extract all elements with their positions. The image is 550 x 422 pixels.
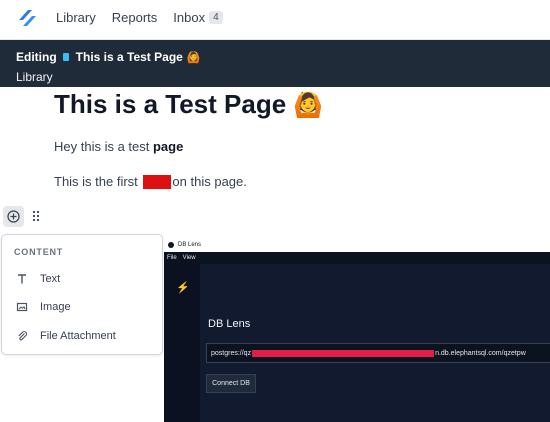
app-dot-icon: [168, 242, 174, 248]
paragraph-1-bold: page: [152, 139, 184, 154]
screenshot-menubar: File View: [164, 252, 550, 264]
screenshot-url-prefix: postgres://qz: [211, 349, 252, 357]
menu-item-label: Image: [40, 301, 71, 313]
paragraph-1-text: Hey this is a test: [54, 139, 153, 154]
menu-item-label: Text: [40, 273, 61, 285]
editing-emoji: 🙆: [186, 51, 201, 64]
redaction-mark: [143, 175, 172, 189]
paragraph-2-suffix: on this page.: [172, 174, 247, 189]
screenshot-url-suffix: n.db.elephantsql.com/qzetpw: [435, 349, 526, 357]
nav-inbox[interactable]: Inbox 4: [173, 9, 223, 25]
top-nav: Library Reports Inbox 4: [0, 0, 550, 40]
menu-item-file-attachment[interactable]: File Attachment: [14, 328, 116, 344]
logo-icon[interactable]: [16, 7, 38, 29]
nav-inbox-label: Inbox: [173, 9, 206, 25]
screenshot-heading: DB Lens: [208, 318, 251, 330]
drag-handle-icon[interactable]: [32, 210, 40, 222]
nav-library[interactable]: Library: [56, 10, 96, 25]
inbox-count-badge: 4: [209, 10, 223, 24]
menu-section-label: CONTENT: [14, 247, 64, 257]
screenshot-window-title: DB Lens: [178, 242, 202, 248]
bolt-icon: ⚡: [176, 282, 190, 294]
screenshot-connect-button: Connect DB: [206, 374, 256, 393]
embedded-screenshot[interactable]: DB Lens File View ⚡ DB Lens postgres://q…: [164, 238, 550, 422]
screenshot-url-field: postgres://qz n.db.elephantsql.com/qzetpw: [206, 343, 550, 363]
plus-circle-icon: [7, 210, 20, 223]
screenshot-main: DB Lens postgres://qz n.db.elephantsql.co…: [200, 264, 550, 422]
add-block-button[interactable]: [3, 206, 24, 227]
paragraph-2-prefix: This is the first: [54, 174, 142, 189]
editing-label: Editing: [16, 50, 57, 64]
paragraph-2[interactable]: This is the first on this page.: [54, 174, 247, 189]
editing-page-title: This is a Test Page: [75, 50, 183, 64]
text-icon: [14, 271, 30, 287]
insert-block-menu: CONTENT Text Image File Attachment: [1, 234, 163, 355]
screenshot-menu-file: File: [167, 255, 177, 261]
screenshot-menu-view: View: [182, 255, 196, 261]
editing-header: Editing This is a Test Page 🙆 Library: [0, 40, 550, 87]
image-icon: [14, 299, 30, 315]
nav-links: Library Reports Inbox 4: [56, 0, 239, 34]
paragraph-1[interactable]: Hey this is a test page: [54, 139, 183, 154]
screenshot-sidebar: ⚡: [164, 264, 200, 422]
page-title-text: This is a Test Page: [54, 89, 287, 119]
screenshot-titlebar: DB Lens: [164, 238, 550, 252]
menu-item-label: File Attachment: [40, 330, 116, 342]
menu-item-image[interactable]: Image: [14, 299, 71, 315]
page-title-emoji: 🙆: [293, 92, 324, 119]
page-icon: [62, 53, 69, 61]
screenshot-redaction: [252, 349, 435, 357]
paperclip-icon: [14, 328, 30, 344]
page-title[interactable]: This is a Test Page 🙆: [54, 89, 323, 120]
breadcrumb[interactable]: Library: [16, 70, 53, 84]
menu-item-text[interactable]: Text: [14, 271, 60, 287]
nav-reports[interactable]: Reports: [112, 10, 158, 25]
app-root: Library Reports Inbox 4 Editing This is …: [0, 0, 550, 422]
editing-line: Editing This is a Test Page 🙆: [16, 50, 201, 64]
